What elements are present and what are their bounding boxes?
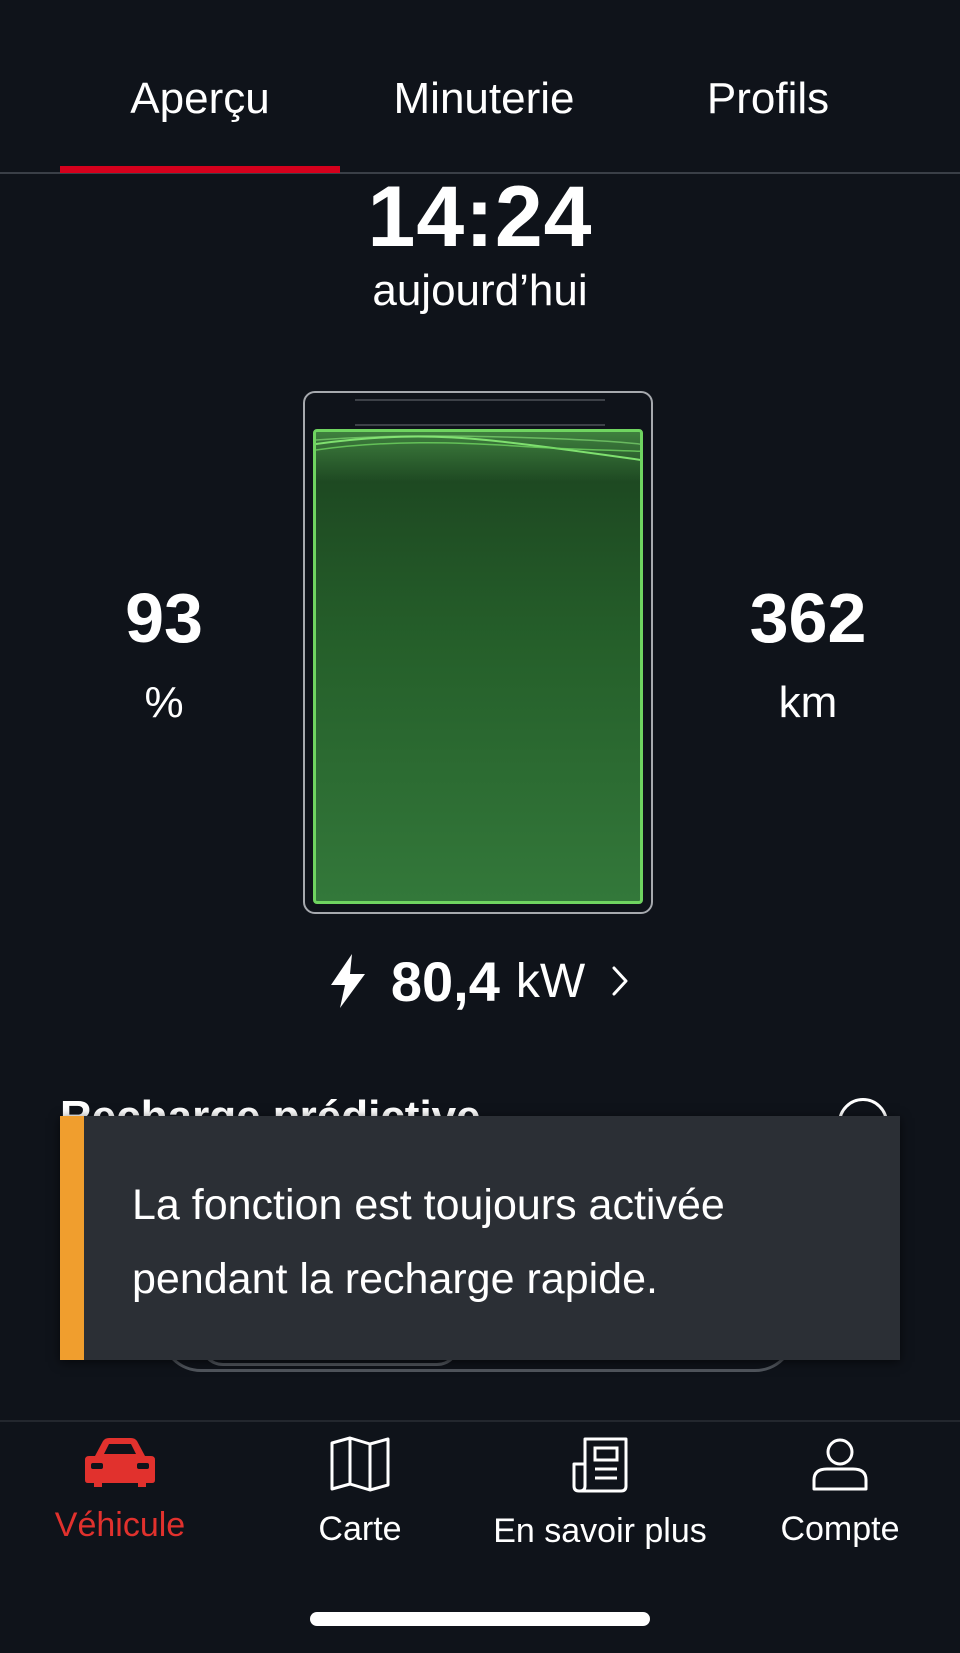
soc-unit: % bbox=[144, 678, 184, 727]
map-icon bbox=[330, 1436, 390, 1492]
tab-overview[interactable]: Aperçu bbox=[60, 74, 340, 124]
tab-profiles[interactable]: Profils bbox=[628, 74, 908, 124]
nav-item-learn-more[interactable]: En savoir plus bbox=[480, 1436, 720, 1551]
toast-message[interactable]: La fonction est toujours activée pendant… bbox=[60, 1116, 900, 1360]
nav-label-learn-more: En savoir plus bbox=[493, 1512, 707, 1550]
battery-wave-icon bbox=[316, 432, 640, 482]
section-title: Recharge prédictive bbox=[60, 1092, 481, 1118]
nav-label-map: Carte bbox=[318, 1510, 402, 1548]
battery-cap-line bbox=[355, 399, 605, 401]
charge-end-time: 14:24 bbox=[367, 169, 593, 265]
range-unit: km bbox=[778, 678, 838, 727]
tab-bar: Aperçu Minuterie Profils bbox=[0, 0, 960, 174]
battery-fill bbox=[313, 429, 643, 904]
nav-item-map[interactable]: Carte bbox=[240, 1436, 480, 1549]
nav-label-account: Compte bbox=[780, 1510, 900, 1548]
range: 362 km bbox=[708, 578, 908, 728]
charging-power-unit: kW bbox=[515, 954, 586, 1008]
user-icon bbox=[812, 1438, 868, 1491]
toast-text: La fonction est toujours activée pendant… bbox=[132, 1181, 725, 1303]
nav-item-account[interactable]: Compte bbox=[720, 1436, 960, 1549]
charge-end-day: aujourd’hui bbox=[372, 266, 588, 315]
battery-cap-line bbox=[355, 424, 605, 426]
lightning-bolt-icon bbox=[330, 954, 365, 1008]
chevron-right-icon bbox=[612, 966, 628, 996]
charging-power-button[interactable]: 80,4 kW bbox=[0, 946, 960, 1016]
range-value: 362 bbox=[749, 579, 867, 657]
state-of-charge: 93 % bbox=[64, 578, 264, 728]
news-icon bbox=[572, 1437, 628, 1493]
bottom-nav-divider bbox=[0, 1420, 960, 1422]
tab-timer[interactable]: Minuterie bbox=[344, 74, 624, 124]
toast-accent-bar bbox=[60, 1116, 84, 1360]
nav-item-vehicle[interactable]: Véhicule bbox=[0, 1436, 240, 1545]
battery-gauge bbox=[303, 391, 653, 914]
car-icon bbox=[85, 1438, 155, 1487]
nav-label-vehicle: Véhicule bbox=[54, 1506, 186, 1544]
home-indicator[interactable] bbox=[310, 1612, 650, 1626]
charging-power-value: 80,4 bbox=[390, 949, 500, 1013]
soc-value: 93 bbox=[125, 579, 203, 657]
